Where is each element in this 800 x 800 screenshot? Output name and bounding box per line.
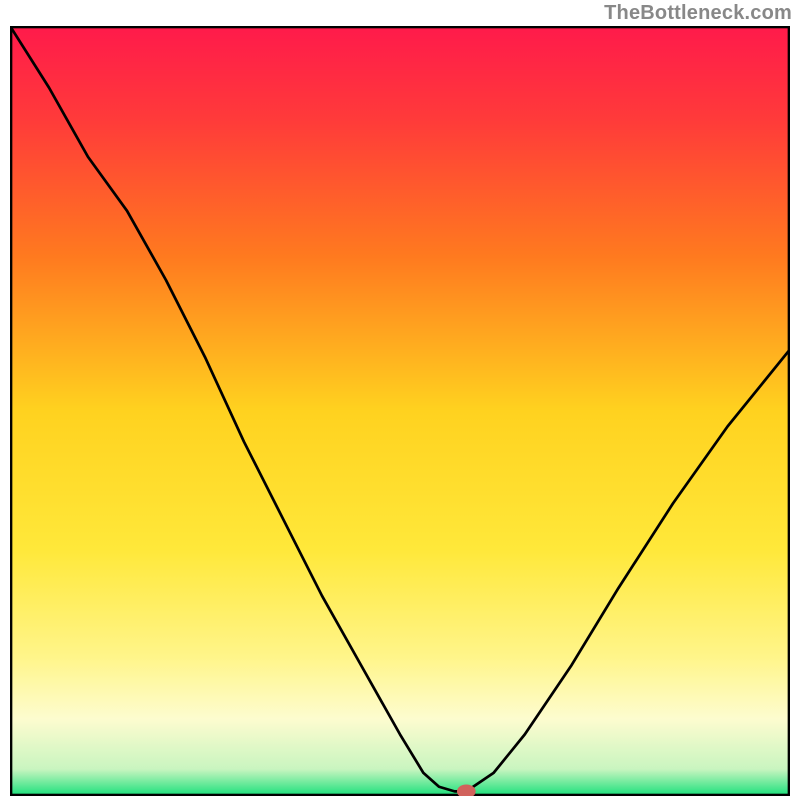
chart-background [10, 26, 790, 796]
bottleneck-chart [10, 26, 790, 796]
watermark-text: TheBottleneck.com [604, 2, 792, 25]
